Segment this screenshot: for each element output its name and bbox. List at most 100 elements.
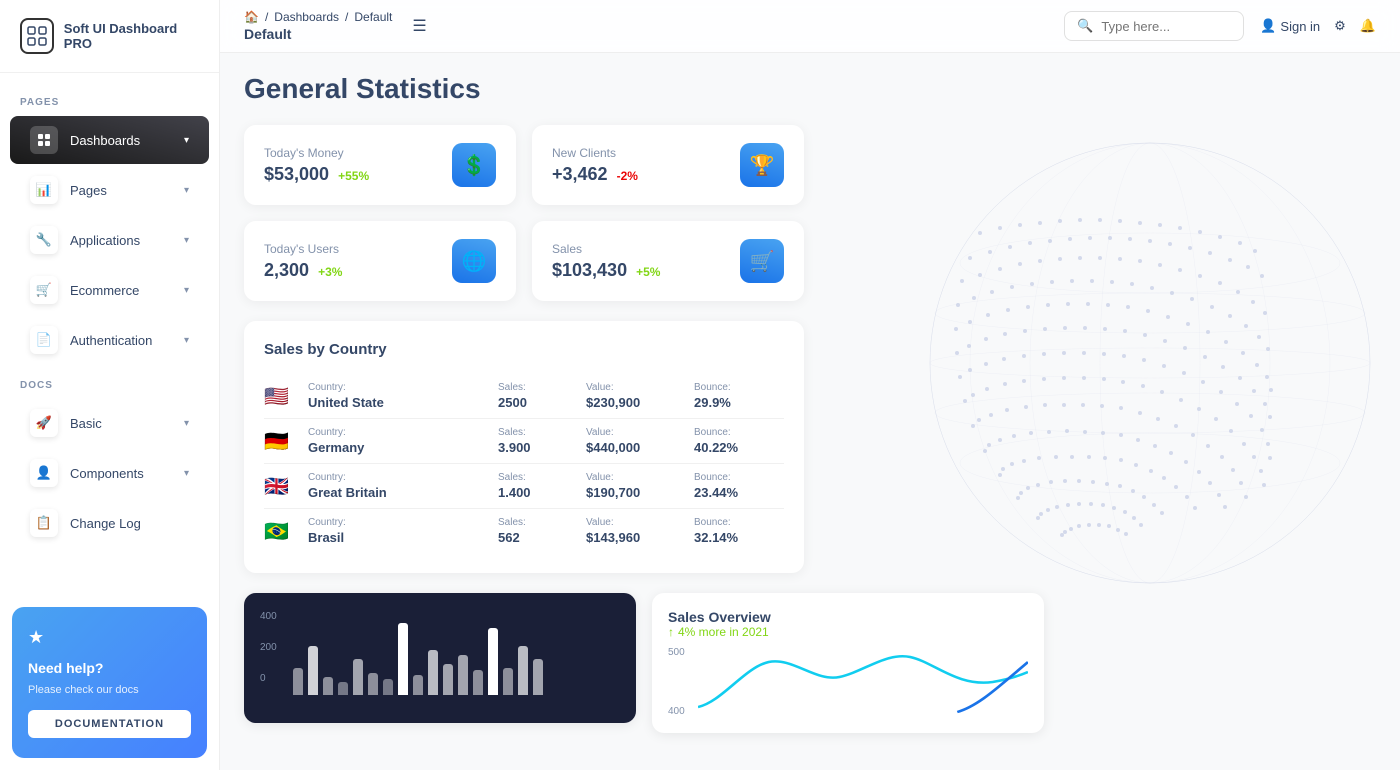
bar-5 — [353, 659, 363, 695]
help-subtitle: Please check our docs — [28, 684, 139, 696]
sales-by-country-title: Sales by Country — [264, 341, 784, 358]
authentication-icon: 📄 — [30, 326, 58, 354]
pages-arrow: ▾ — [184, 185, 189, 196]
basic-icon: 🚀 — [30, 409, 58, 437]
users-value: 2,300 +3% — [264, 260, 342, 281]
components-arrow: ▾ — [184, 468, 189, 479]
clients-icon-box: 🏆 — [740, 143, 784, 187]
bar-17 — [533, 659, 543, 695]
bar-2 — [308, 646, 318, 696]
bar-9 — [413, 675, 423, 695]
help-star-icon: ★ — [28, 627, 44, 648]
signin-action[interactable]: 👤 Sign in — [1260, 18, 1320, 34]
sidebar-logo: Soft UI Dashboard PRO — [0, 0, 219, 73]
bar-11 — [443, 664, 453, 696]
changelog-label: Change Log — [70, 516, 141, 531]
gb-country: Great Britain — [308, 485, 490, 500]
us-sales: 2500 — [498, 395, 578, 410]
money-change: +55% — [338, 169, 369, 183]
documentation-button[interactable]: DOCUMENTATION — [28, 710, 191, 738]
pages-icon: 📊 — [30, 176, 58, 204]
signin-label: Sign in — [1280, 19, 1320, 34]
bar-16 — [518, 646, 528, 696]
sidebar-item-ecommerce[interactable]: 🛒 Ecommerce ▾ — [10, 266, 209, 314]
money-label: Today's Money — [264, 146, 369, 160]
sidebar-item-authentication[interactable]: 📄 Authentication ▾ — [10, 316, 209, 364]
gb-bounce: 23.44% — [694, 485, 784, 500]
bar-10 — [428, 650, 438, 695]
notifications-action[interactable]: 🔔 — [1360, 18, 1376, 34]
search-icon: 🔍 — [1077, 18, 1093, 34]
money-icon-box: 💲 — [452, 143, 496, 187]
bar-6 — [368, 673, 378, 696]
sidebar-item-pages[interactable]: 📊 Pages ▾ — [10, 166, 209, 214]
sidebar-nav: PAGES Dashboards ▾ 📊 Pages ▾ 🔧 Applicat — [0, 73, 219, 595]
ecommerce-icon: 🛒 — [30, 276, 58, 304]
breadcrumb-dashboards[interactable]: Dashboards — [274, 10, 339, 24]
sidebar-item-components[interactable]: 👤 Components ▾ — [10, 449, 209, 497]
clients-value: +3,462 -2% — [552, 164, 638, 185]
bar-1 — [293, 668, 303, 695]
breadcrumb-default: Default — [354, 10, 392, 24]
dashboards-label: Dashboards — [70, 133, 140, 148]
bar-13 — [473, 670, 483, 695]
de-bounce: 40.22% — [694, 440, 784, 455]
stat-card-clients: New Clients +3,462 -2% 🏆 — [532, 125, 804, 205]
stat-card-users: Today's Users 2,300 +3% 🌐 — [244, 221, 516, 301]
de-flag: 🇩🇪 — [264, 429, 300, 454]
us-value: $230,900 — [586, 395, 686, 410]
bar-15 — [503, 668, 513, 695]
components-label: Components — [70, 466, 144, 481]
sales-change: +5% — [636, 265, 660, 279]
stat-card-money: Today's Money $53,000 +55% 💲 — [244, 125, 516, 205]
sidebar-item-dashboards[interactable]: Dashboards ▾ — [10, 116, 209, 164]
dashboards-arrow: ▾ — [184, 135, 189, 146]
authentication-label: Authentication — [70, 333, 152, 348]
authentication-arrow: ▾ — [184, 335, 189, 346]
breadcrumb: 🏠 / Dashboards / Default Default — [244, 10, 392, 42]
us-country: United State — [308, 395, 490, 410]
page-content: General Statistics — [220, 53, 1400, 770]
gb-flag: 🇬🇧 — [264, 474, 300, 499]
pages-label: Pages — [70, 183, 107, 198]
bar-4 — [338, 682, 348, 696]
ecommerce-arrow: ▾ — [184, 285, 189, 296]
country-row-de: 🇩🇪 Country: Germany Sales: 3.900 Value: … — [264, 419, 784, 464]
bar-8 — [398, 623, 408, 695]
sales-overview-card: Sales Overview ↑ 4% more in 2021 500 400 — [652, 593, 1044, 733]
sales-overview-trend: ↑ 4% more in 2021 — [668, 625, 1028, 639]
hamburger-icon[interactable]: ☰ — [412, 16, 426, 36]
clients-label: New Clients — [552, 146, 638, 160]
pages-section-label: PAGES — [0, 83, 219, 114]
search-box[interactable]: 🔍 — [1064, 11, 1244, 41]
chart-label-500: 500 — [668, 647, 685, 658]
us-bounce: 29.9% — [694, 395, 784, 410]
breadcrumb-sep1: / — [265, 10, 268, 24]
help-box: ★ Need help? Please check our docs DOCUM… — [12, 607, 207, 758]
user-icon: 👤 — [1260, 18, 1276, 34]
breadcrumb-home-icon[interactable]: 🏠 — [244, 10, 259, 24]
sidebar-item-applications[interactable]: 🔧 Applications ▾ — [10, 216, 209, 264]
basic-arrow: ▾ — [184, 418, 189, 429]
changelog-icon: 📋 — [30, 509, 58, 537]
basic-label: Basic — [70, 416, 102, 431]
country-row-br: 🇧🇷 Country: Brasil Sales: 562 Value: $14… — [264, 509, 784, 553]
mini-chart-area: 500 400 — [668, 647, 1028, 717]
bar-label-400: 400 — [260, 611, 277, 622]
docs-section-label: DOCS — [0, 366, 219, 397]
sidebar-item-basic[interactable]: 🚀 Basic ▾ — [10, 399, 209, 447]
de-country: Germany — [308, 440, 490, 455]
gear-icon: ⚙ — [1334, 18, 1346, 34]
clients-change: -2% — [617, 169, 638, 183]
sales-by-country-card: Sales by Country 🇺🇸 Country: United Stat… — [244, 321, 804, 573]
logo-icon — [20, 18, 54, 54]
settings-action[interactable]: ⚙ — [1334, 18, 1346, 34]
stats-row: Today's Money $53,000 +55% 💲 New Clients… — [244, 125, 804, 301]
search-input[interactable] — [1101, 19, 1231, 34]
sidebar-item-changelog[interactable]: 📋 Change Log — [10, 499, 209, 547]
bar-14 — [488, 628, 498, 696]
topbar-actions: 👤 Sign in ⚙ 🔔 — [1260, 18, 1376, 34]
sales-value: $103,430 +5% — [552, 260, 660, 281]
breadcrumb-trail: 🏠 / Dashboards / Default — [244, 10, 392, 24]
globe-visualization — [800, 113, 1400, 613]
